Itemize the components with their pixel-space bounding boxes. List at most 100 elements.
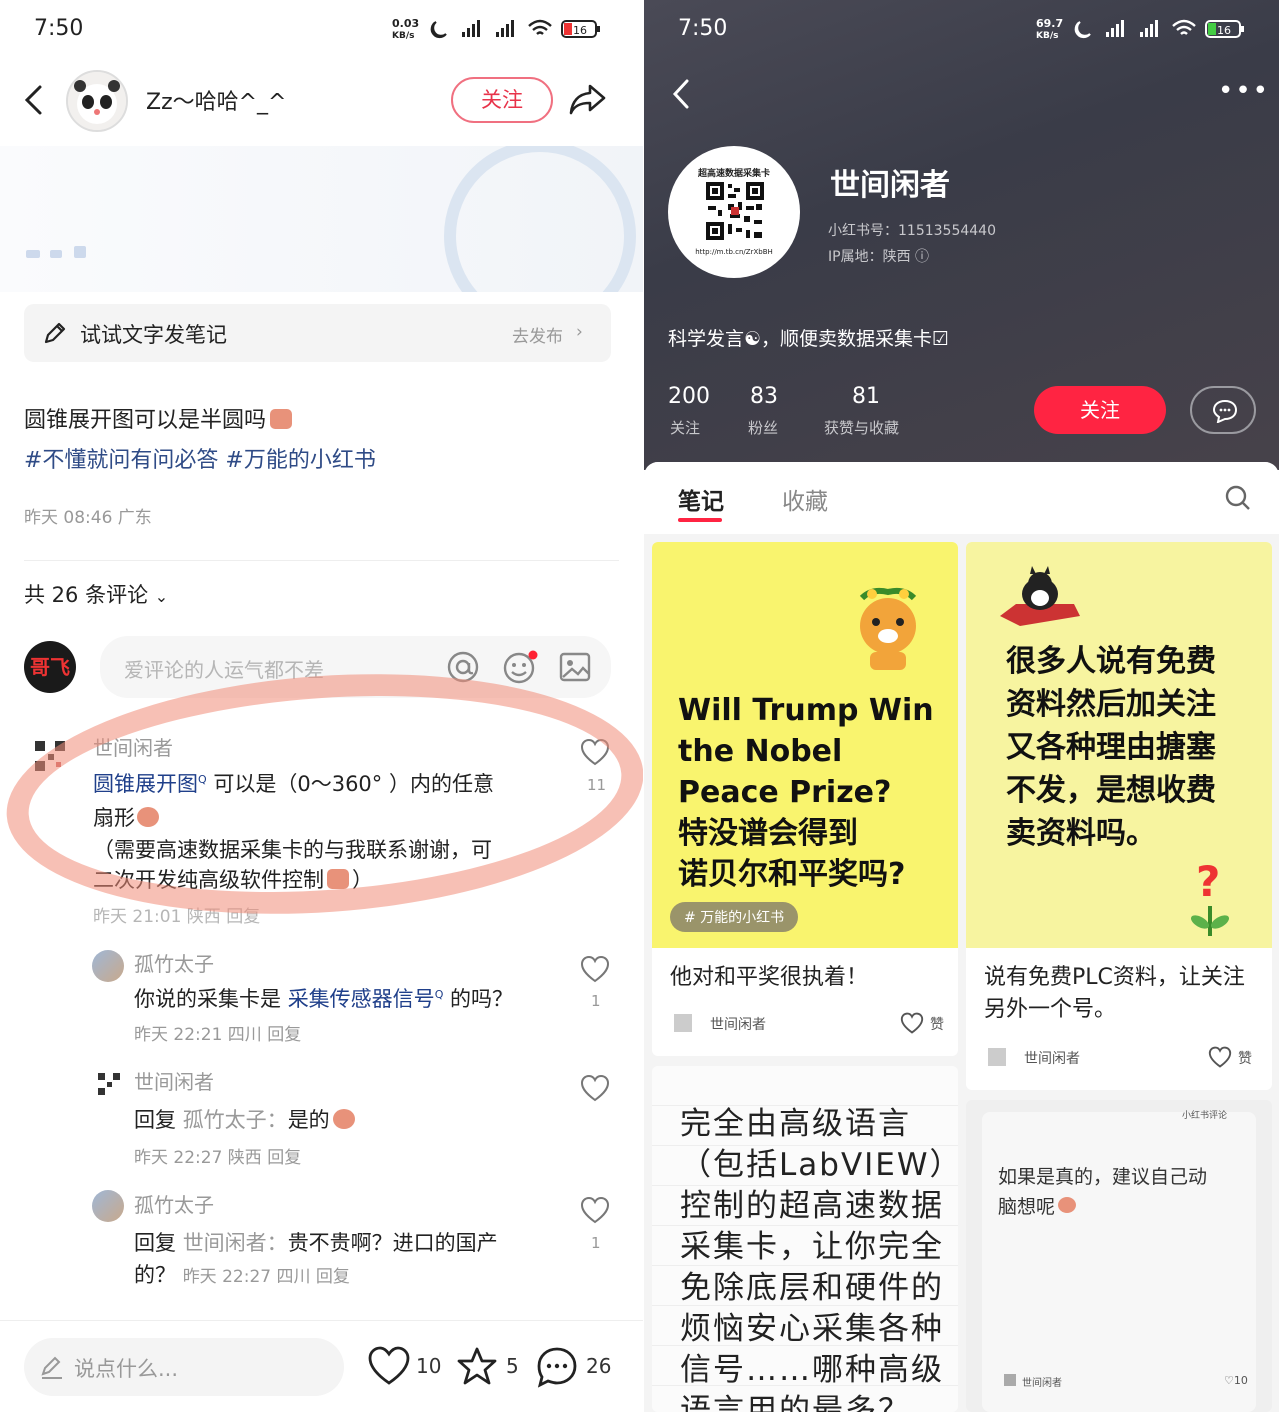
heart-icon[interactable] <box>1208 1046 1232 1068</box>
qr-url: http://m.tb.cn/ZrXbBH <box>695 248 773 256</box>
chevron-down-icon: ⌄ <box>154 587 169 606</box>
author-avatar[interactable] <box>66 70 128 132</box>
search-icon[interactable] <box>1224 484 1252 512</box>
cover-text: 很多人说有免费 资料然后加关注 又各种理由搪塞 不发，是想收费 卖资料吗。 <box>1006 644 1216 851</box>
note-card[interactable]: Will Trump Win the Nobel Peace Prize? 特没… <box>652 542 958 1056</box>
reply-avatar[interactable] <box>92 1190 124 1222</box>
cover-text: 如果是真的，建议自己动 脑想呢 <box>998 1166 1208 1218</box>
author-name[interactable]: Zz～哈哈^_^ <box>146 84 287 116</box>
share-icon[interactable] <box>568 80 608 118</box>
reply-text-line2: 的？ 昨天 22:27 四川 回复 <box>134 1263 350 1287</box>
back-icon[interactable] <box>670 78 692 110</box>
qr-title: 超高速数据采集卡 <box>697 169 770 179</box>
emoji-icon <box>1058 1197 1077 1213</box>
emoji-icon <box>332 1109 355 1129</box>
reply-avatar[interactable] <box>92 950 124 982</box>
like-count: 1 <box>591 1234 601 1252</box>
back-icon[interactable] <box>22 84 44 116</box>
follow-button[interactable]: 关注 <box>1034 386 1166 434</box>
reply-author[interactable]: 孤竹太子 <box>134 948 214 977</box>
reply-link[interactable]: 采集传感器信号 <box>288 987 435 1011</box>
like-icon[interactable] <box>580 955 610 983</box>
svg-text:KB/s: KB/s <box>1036 31 1058 41</box>
divider <box>24 560 619 561</box>
profile-name: 世间闲者 <box>830 168 950 203</box>
reply-text: 回复 孤竹太子：是的 <box>134 1104 355 1134</box>
note-cover: 很多人说有免费 资料然后加关注 又各种理由搪塞 不发，是想收费 卖资料吗。 ? <box>966 542 1272 948</box>
post-image[interactable] <box>0 140 643 332</box>
status-icons: 69.7 KB/s 16 <box>1036 16 1246 42</box>
pencil-icon <box>40 1354 64 1380</box>
note-title: 他对和平奖很执着！ <box>670 965 869 990</box>
note-author: 世间闲者 <box>1022 1378 1062 1389</box>
stat-fans-count[interactable]: 83 <box>750 384 778 409</box>
message-button[interactable] <box>1190 386 1256 434</box>
stat-likes-label: 获赞与收藏 <box>824 419 900 437</box>
go-publish-link[interactable]: 去发布 <box>512 322 563 347</box>
note-author: 世间闲者 <box>1024 1051 1080 1067</box>
note-card[interactable]: 完全由高级语言 （包括LabVIEW） 控制的超高速数据 采集卡，让你完全 免除… <box>652 1066 958 1412</box>
reply-author[interactable]: 世间闲者 <box>134 1066 214 1095</box>
heart-icon[interactable] <box>368 1346 410 1386</box>
comments-count[interactable]: 共 26 条评论 ⌄ <box>24 579 168 609</box>
cat-icon <box>1000 566 1080 626</box>
profile-avatar-qr[interactable]: 超高速数据采集卡 http://m.tb.cn/ZrXbBH <box>668 146 800 278</box>
note-cover: Will Trump Win the Nobel Peace Prize? 特没… <box>652 542 958 948</box>
post-detail-screen: 7:50 0.03 KB/s 16 Zz～哈哈^_^ 关注 试试文字发笔记 去发… <box>0 0 643 1412</box>
reply-meta[interactable]: 昨天 22:27 陕西 回复 <box>134 1143 301 1168</box>
emoji-icon[interactable] <box>502 650 538 684</box>
tab-favorites[interactable]: 收藏 <box>782 482 828 516</box>
like-icon[interactable] <box>580 1196 610 1224</box>
try-text-note-bar[interactable]: 试试文字发笔记 去发布 › <box>24 304 611 362</box>
stars-count: 5 <box>506 1354 519 1378</box>
note-title: 说有免费PLC资料，让关注另外一个号。 <box>984 965 1245 1022</box>
reply-text: 你说的采集卡是 采集传感器信号Q 的吗？ <box>134 987 514 1011</box>
comment-icon[interactable] <box>536 1346 578 1388</box>
tabs-bar <box>644 462 1279 534</box>
my-avatar[interactable]: 哥飞 <box>24 641 76 693</box>
like-count: 1 <box>591 992 601 1010</box>
reply-meta[interactable]: 昨天 22:21 四川 回复 <box>134 1020 301 1045</box>
reply-author[interactable]: 孤竹太子 <box>134 1189 214 1218</box>
divider <box>0 1320 643 1321</box>
dog-icon <box>859 587 917 670</box>
follow-button[interactable]: 关注 <box>451 77 553 123</box>
stat-following-count[interactable]: 200 <box>668 384 710 409</box>
note-author: 世间闲者 <box>710 1017 766 1033</box>
cover-text: 完全由高级语言 （包括LabVIEW） 控制的超高速数据 采集卡，让你完全 免除… <box>680 1106 958 1412</box>
post-meta: 昨天 08:46 广东 <box>24 508 152 528</box>
chat-icon <box>1212 399 1238 423</box>
author-avatar <box>674 1014 692 1032</box>
note-card[interactable]: 小红书评论 如果是真的，建议自己动 脑想呢 世间闲者 ♡10 <box>966 1100 1272 1412</box>
stat-fans-label: 粉丝 <box>748 419 779 437</box>
author-avatar <box>1004 1374 1016 1386</box>
svg-text:16: 16 <box>573 24 587 37</box>
profile-id[interactable]: 小红书号：11513554440 <box>828 220 996 240</box>
author-avatar <box>988 1048 1006 1066</box>
image-icon[interactable] <box>558 650 592 684</box>
profile-screen: 7:50 69.7 KB/s 16 ••• 超高速数据采集卡 http://m.… <box>644 0 1279 1412</box>
cover-badge: 小红书评论 <box>1182 1111 1228 1121</box>
profile-ip: IP属地：陕西 ⓘ <box>828 249 930 265</box>
bottom-comment-input[interactable]: 说点什么... <box>24 1338 344 1396</box>
svg-text:?: ? <box>1196 860 1220 906</box>
heart-icon[interactable] <box>900 1012 924 1034</box>
tab-indicator <box>678 518 722 522</box>
svg-text:16: 16 <box>1217 24 1231 37</box>
note-cover <box>982 1112 1256 1412</box>
star-icon[interactable] <box>456 1346 498 1386</box>
tab-notes[interactable]: 笔记 <box>678 482 724 516</box>
like-label: 赞 <box>930 1017 944 1033</box>
profile-bio: 科学发言☯，顺便卖数据采集卡☑ <box>668 328 950 350</box>
stat-likes-count[interactable]: 81 <box>852 384 880 409</box>
post-tags[interactable]: #不懂就问有问必答 #万能的小红书 <box>24 442 376 474</box>
info-icon[interactable]: ⓘ <box>915 249 929 265</box>
reply-avatar[interactable] <box>96 1071 122 1097</box>
like-icon[interactable] <box>580 1074 610 1102</box>
more-icon[interactable]: ••• <box>1218 76 1270 106</box>
stat-following-label: 关注 <box>670 419 701 437</box>
svg-text:KB/s: KB/s <box>392 31 414 41</box>
reply-text: 回复 世间闲者：贵不贵啊？进口的国产 <box>134 1231 498 1255</box>
note-card[interactable]: 很多人说有免费 资料然后加关注 又各种理由搪塞 不发，是想收费 卖资料吗。 ? … <box>966 542 1272 1090</box>
svg-text:69.7: 69.7 <box>1036 17 1063 30</box>
